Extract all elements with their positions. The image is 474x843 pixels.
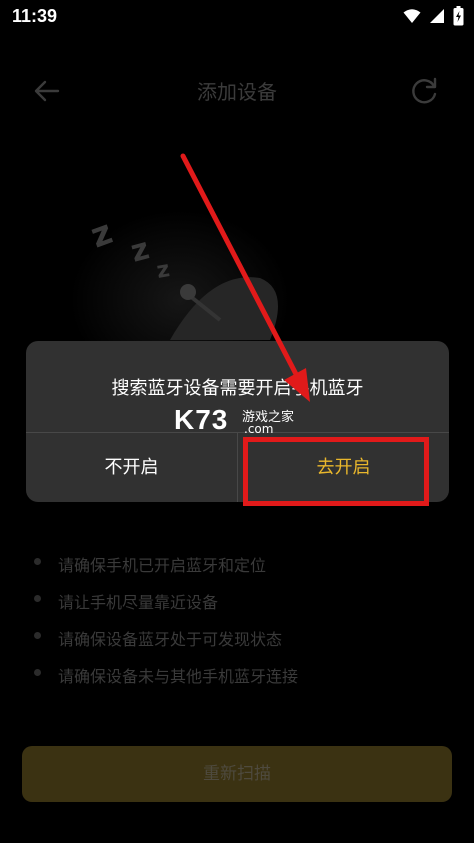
refresh-button[interactable]	[408, 74, 442, 108]
tip-text: 请确保手机已开启蓝牙和定位	[58, 556, 267, 575]
status-bar: 11:39	[0, 0, 474, 34]
tips-list: 请确保手机已开启蓝牙和定位 请让手机尽量靠近设备 请确保设备蓝牙处于可发现状态 …	[0, 545, 474, 693]
signal-icon	[430, 9, 444, 23]
bullet-dot	[34, 669, 41, 676]
tip-text: 请让手机尽量靠近设备	[58, 593, 219, 612]
watermark-domain: .com	[244, 422, 274, 436]
status-time: 11:39	[12, 6, 58, 26]
tip-text: 请确保设备蓝牙处于可发现状态	[58, 630, 283, 649]
rescan-button[interactable]: 重新扫描	[22, 746, 452, 802]
dialog-message: 搜索蓝牙设备需要开启手机蓝牙	[111, 378, 364, 399]
list-item: 请确保设备蓝牙处于可发现状态	[0, 619, 474, 656]
annotation-highlight-box	[243, 437, 429, 506]
bullet-dot	[34, 632, 41, 639]
list-item: 请让手机尽量靠近设备	[0, 582, 474, 619]
bullet-dot	[34, 595, 41, 602]
status-icons	[403, 6, 464, 26]
wifi-icon	[403, 9, 421, 23]
refresh-icon	[412, 77, 437, 104]
battery-icon	[453, 6, 464, 26]
list-item: 请确保设备未与其他手机蓝牙连接	[0, 656, 474, 693]
tip-text: 请确保设备未与其他手机蓝牙连接	[58, 667, 299, 686]
watermark-main: K73	[174, 404, 229, 435]
bullet-dot	[34, 558, 41, 565]
page-title: 添加设备	[197, 80, 277, 104]
watermark-logo: K73 游戏之家 .com	[174, 404, 314, 440]
list-item: 请确保手机已开启蓝牙和定位	[0, 545, 474, 582]
cancel-button[interactable]: 不开启	[26, 433, 237, 502]
app-bar: 添加设备	[0, 60, 474, 120]
